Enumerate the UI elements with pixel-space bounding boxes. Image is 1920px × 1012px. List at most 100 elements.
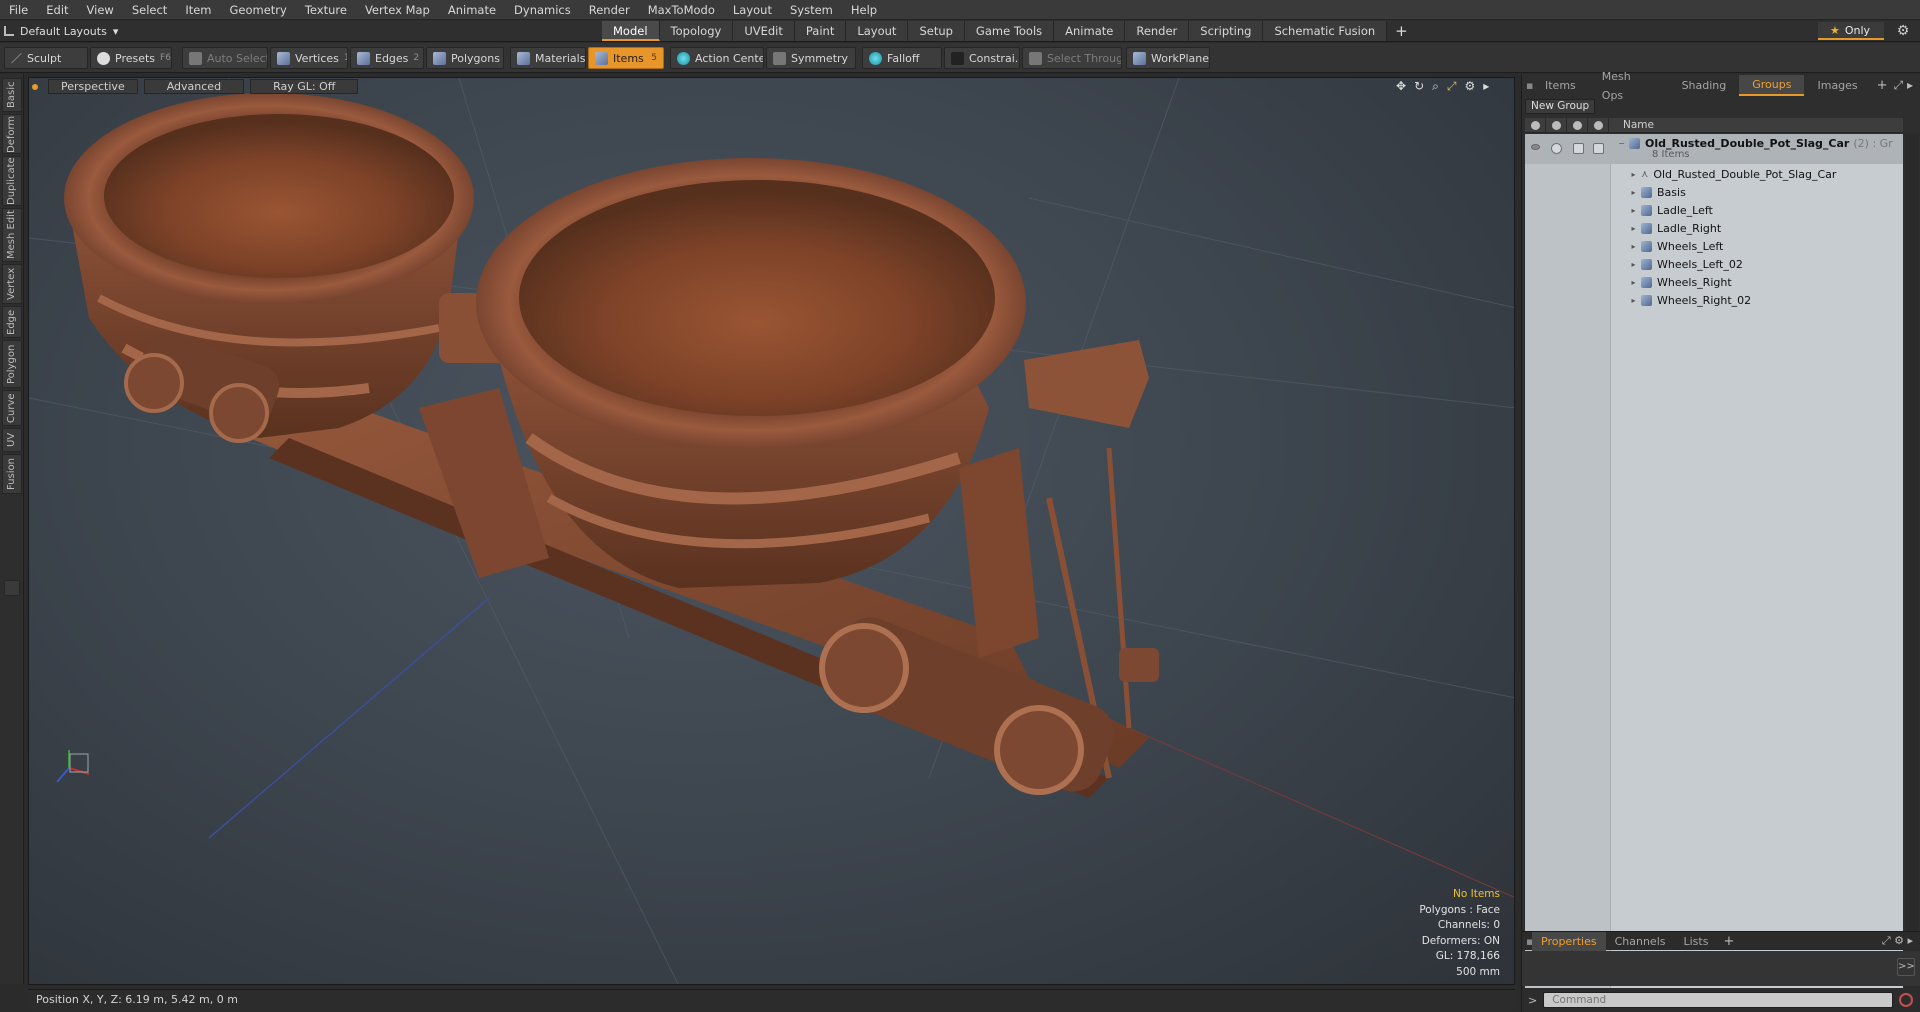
tab-lists[interactable]: Lists <box>1675 932 1718 951</box>
lock-checkbox[interactable] <box>1573 143 1584 154</box>
menu-file[interactable]: File <box>0 0 37 20</box>
menu-item[interactable]: Item <box>176 0 220 20</box>
list-item[interactable]: ▸ Wheels_Right <box>1525 273 1903 291</box>
tab-mesh-edit[interactable]: Mesh Edit <box>2 208 22 262</box>
edges-button[interactable]: Edges 2 <box>350 47 424 69</box>
vertices-button[interactable]: Vertices 1 <box>270 47 348 69</box>
list-item[interactable]: ▸ Ladle_Left <box>1525 201 1903 219</box>
tab-curve[interactable]: Curve <box>2 390 22 426</box>
name-column-header[interactable]: Name <box>1609 118 1654 132</box>
falloff-button[interactable]: Falloff <box>862 47 942 69</box>
expand-icon[interactable]: ▸ <box>1629 260 1638 269</box>
add-panel-tab-icon[interactable]: + <box>1871 78 1894 93</box>
forward-arrow-icon[interactable]: >> <box>1897 958 1915 976</box>
tab-uvedit[interactable]: UVEdit <box>733 21 795 41</box>
expand-icon[interactable]: ▸ <box>1629 224 1638 233</box>
group-row[interactable]: − Old_Rusted_Double_Pot_Slag_Car (2) : G… <box>1525 134 1903 164</box>
expand-icon[interactable]: ▸ <box>1629 188 1638 197</box>
only-toggle[interactable]: ★ Only <box>1818 22 1884 40</box>
symmetry-button[interactable]: Symmetry <box>766 47 856 69</box>
sculpt-button[interactable]: ／ Sculpt <box>4 47 88 69</box>
tab-properties[interactable]: Properties <box>1532 931 1606 951</box>
menu-render[interactable]: Render <box>580 0 639 20</box>
select-through-button[interactable]: Select Through <box>1022 47 1122 69</box>
menu-system[interactable]: System <box>781 0 842 20</box>
menu-help[interactable]: Help <box>842 0 886 20</box>
tab-layout[interactable]: Layout <box>846 21 909 41</box>
list-item[interactable]: ▸ Ladle_Right <box>1525 219 1903 237</box>
list-item[interactable]: ▸ Wheels_Right_02 <box>1525 291 1903 309</box>
visibility-column-icon[interactable] <box>1525 118 1546 133</box>
tab-animate[interactable]: Animate <box>1054 21 1126 41</box>
select-column-icon[interactable] <box>1588 118 1609 133</box>
expand-icon[interactable]: ▸ <box>1629 296 1638 305</box>
layout-selector[interactable]: Default Layouts ▾ <box>4 22 118 40</box>
shading-selector[interactable]: Advanced <box>143 79 245 94</box>
orbit-icon[interactable]: ↻ <box>1414 79 1424 94</box>
tab-deform[interactable]: Deform <box>2 114 22 154</box>
viewport-gear-icon[interactable]: ⚙ <box>1464 79 1475 94</box>
menu-vertex-map[interactable]: Vertex Map <box>356 0 439 20</box>
render-toggle-icon[interactable] <box>1551 143 1562 154</box>
tab-scripting[interactable]: Scripting <box>1189 21 1264 41</box>
tab-game-tools[interactable]: Game Tools <box>964 21 1055 41</box>
tab-images[interactable]: Images <box>1804 76 1870 95</box>
tab-channels[interactable]: Channels <box>1606 932 1675 951</box>
tab-basic[interactable]: Basic <box>2 78 22 112</box>
tab-setup[interactable]: Setup <box>908 21 965 41</box>
view-mode-selector[interactable]: Perspective <box>48 79 138 94</box>
menu-geometry[interactable]: Geometry <box>221 0 296 20</box>
panel-toggle-icon[interactable] <box>4 580 20 596</box>
command-input[interactable] <box>1543 992 1894 1008</box>
list-item[interactable]: ▸ Basis <box>1525 183 1903 201</box>
add-properties-tab-icon[interactable]: + <box>1717 934 1740 949</box>
raygl-toggle[interactable]: Ray GL: Off <box>250 79 359 94</box>
tab-render[interactable]: Render <box>1125 21 1190 41</box>
expand-icon[interactable]: ▸ <box>1629 170 1638 179</box>
tab-vertex[interactable]: Vertex <box>2 264 22 304</box>
render-column-icon[interactable] <box>1546 118 1567 133</box>
action-center-button[interactable]: Action Center <box>670 47 764 69</box>
expand-icon[interactable]: ▸ <box>1629 242 1638 251</box>
menu-maxtomodo[interactable]: MaxToModo <box>639 0 724 20</box>
polygons-button[interactable]: Polygons <box>426 47 504 69</box>
tab-model[interactable]: Model <box>602 21 660 41</box>
menu-texture[interactable]: Texture <box>296 0 356 20</box>
play-icon[interactable]: ▸ <box>1483 79 1489 94</box>
tab-paint[interactable]: Paint <box>794 21 847 41</box>
tab-mesh-ops[interactable]: Mesh Ops <box>1589 67 1669 105</box>
constrain-button[interactable]: Constrai... <box>944 47 1020 69</box>
expand-panel-icon[interactable]: ⤢ ▸ <box>1894 78 1920 93</box>
new-group-button[interactable]: New Group <box>1525 99 1596 114</box>
select-checkbox[interactable] <box>1593 143 1604 154</box>
menu-edit[interactable]: Edit <box>37 0 77 20</box>
materials-button[interactable]: Materials <box>510 47 586 69</box>
menu-layout[interactable]: Layout <box>724 0 781 20</box>
tab-polygon[interactable]: Polygon <box>2 340 22 388</box>
record-icon[interactable] <box>1899 993 1914 1007</box>
menu-animate[interactable]: Animate <box>439 0 505 20</box>
gear-icon[interactable]: ⚙ <box>1894 22 1912 40</box>
tab-schematic-fusion[interactable]: Schematic Fusion <box>1263 21 1388 41</box>
items-button[interactable]: Items 5 <box>588 47 664 69</box>
list-item[interactable]: ▸ Wheels_Left <box>1525 237 1903 255</box>
3d-viewport[interactable]: No Items Polygons : Face Channels: 0 Def… <box>28 77 1515 985</box>
lock-column-icon[interactable] <box>1567 118 1588 133</box>
tab-groups[interactable]: Groups <box>1739 75 1805 96</box>
properties-tools-icon[interactable]: ⤢ ⚙ ▸ <box>1882 934 1920 948</box>
menu-view[interactable]: View <box>78 0 123 20</box>
maximize-icon[interactable]: ⤢ <box>1447 79 1457 94</box>
tab-fusion[interactable]: Fusion <box>2 454 22 494</box>
tab-uv[interactable]: UV <box>2 428 22 452</box>
list-scrollbar[interactable] <box>1905 134 1919 996</box>
collapse-icon[interactable]: − <box>1617 139 1626 148</box>
menu-select[interactable]: Select <box>123 0 176 20</box>
expand-icon[interactable]: ▸ <box>1629 278 1638 287</box>
workplane-button[interactable]: WorkPlane <box>1126 47 1210 69</box>
viewport-menu-icon[interactable] <box>32 83 38 90</box>
presets-button[interactable]: Presets F6 <box>90 47 172 69</box>
pan-icon[interactable]: ✥ <box>1396 79 1406 94</box>
zoom-icon[interactable]: ⌕ <box>1432 79 1439 94</box>
list-item[interactable]: ▸ ⋏ Old_Rusted_Double_Pot_Slag_Car <box>1525 165 1903 183</box>
list-item[interactable]: ▸ Wheels_Left_02 <box>1525 255 1903 273</box>
